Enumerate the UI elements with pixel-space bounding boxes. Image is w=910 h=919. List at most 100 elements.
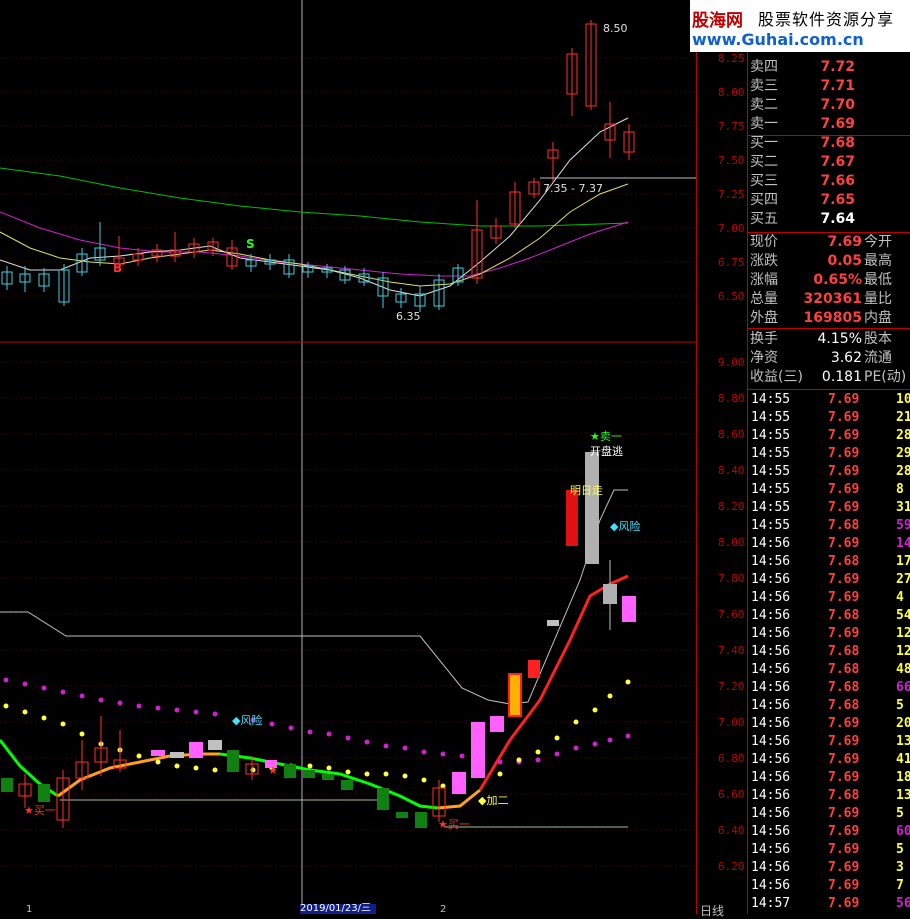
tick-time: 14:56 — [751, 644, 791, 659]
tick-row[interactable]: 14:55 7.69 28 — [748, 463, 910, 481]
tick-row[interactable]: 14:56 7.69 13 — [748, 733, 910, 751]
tick-volume: 60 — [896, 824, 910, 839]
quote-right-label: 内盘 — [864, 310, 892, 326]
tick-volume: 28 — [896, 428, 910, 443]
svg-text:开盘逃: 开盘逃 — [590, 444, 623, 458]
tick-row[interactable]: 14:56 7.68 12 — [748, 643, 910, 661]
orderbook-price: 7.69 — [820, 116, 855, 132]
tick-row[interactable]: 14:56 7.69 27 — [748, 571, 910, 589]
orderbook-label: 买五 — [750, 211, 778, 227]
y-tick: 7.40 — [718, 644, 745, 657]
orderbook-price: 7.71 — [820, 78, 855, 94]
tick-row[interactable]: 14:55 7.69 28 — [748, 427, 910, 445]
orderbook-row[interactable]: 买二 7.67 — [748, 153, 910, 172]
tick-row[interactable]: 14:55 7.69 8 — [748, 481, 910, 499]
orderbook-label: 买二 — [750, 154, 778, 170]
y-tick: 8.40 — [718, 464, 745, 477]
tick-row[interactable]: 14:55 7.69 31 — [748, 499, 910, 517]
quote-right-label: 今开 — [864, 234, 892, 250]
tick-time: 14:56 — [751, 572, 791, 587]
tick-row[interactable]: 14:56 7.69 5 — [748, 841, 910, 859]
y-tick: 8.60 — [718, 428, 745, 441]
tick-price: 7.69 — [828, 896, 860, 911]
tick-price: 7.68 — [828, 662, 860, 677]
stats-right-label: 流通 — [864, 350, 892, 366]
tick-row[interactable]: 14:56 7.69 146 — [748, 535, 910, 553]
quote-value: 320361 — [803, 291, 862, 307]
quote-row: 外盘 169805 内盘 — [748, 309, 910, 328]
orderbook-row[interactable]: 卖三 7.71 — [748, 77, 910, 96]
quote-label: 现价 — [750, 234, 778, 250]
orderbook-price: 7.65 — [820, 192, 855, 208]
tick-price: 7.68 — [828, 644, 860, 659]
tick-price: 7.69 — [828, 860, 860, 875]
tick-price: 7.68 — [828, 698, 860, 713]
tick-volume: 48 — [896, 662, 910, 677]
tick-time: 14:57 — [751, 896, 791, 911]
svg-text:8.50: 8.50 — [603, 22, 628, 35]
orderbook-row[interactable]: 卖二 7.70 — [748, 96, 910, 115]
tick-volume: 12 — [896, 626, 910, 641]
y-tick: 6.75 — [718, 256, 745, 269]
tick-row[interactable]: 14:55 7.69 29 — [748, 445, 910, 463]
tick-row[interactable]: 14:56 7.69 7 — [748, 877, 910, 895]
tick-time: 14:56 — [751, 626, 791, 641]
svg-text:◆风险: ◆风险 — [610, 519, 640, 533]
tick-row[interactable]: 14:56 7.69 12 — [748, 625, 910, 643]
tick-row[interactable]: 14:56 7.69 3 — [748, 859, 910, 877]
tick-row[interactable]: 14:56 7.69 5 — [748, 805, 910, 823]
tick-time: 14:55 — [751, 464, 791, 479]
tick-time: 14:55 — [751, 428, 791, 443]
stats-label: 净资 — [750, 350, 778, 366]
y-tick: 7.80 — [718, 572, 745, 585]
y-tick: 9.00 — [718, 356, 745, 369]
tick-time: 14:56 — [751, 554, 791, 569]
kline-chart[interactable]: 8.50 7.35 - 7.37 6.35 B S ★卖一 开盘逃 明日走 ◆风… — [0, 0, 697, 914]
y-tick: 7.75 — [718, 120, 745, 133]
stats-row: 净资 3.62 流通 — [748, 349, 910, 368]
tick-time: 14:56 — [751, 734, 791, 749]
orderbook-price: 7.67 — [820, 154, 855, 170]
tick-row[interactable]: 14:56 7.68 66 — [748, 679, 910, 697]
orderbook-price: 7.64 — [820, 211, 855, 227]
tick-row[interactable]: 14:56 7.69 41 — [748, 751, 910, 769]
tick-row[interactable]: 14:55 7.68 59 — [748, 517, 910, 535]
tick-row[interactable]: 14:56 7.68 48 — [748, 661, 910, 679]
orderbook-row[interactable]: 买四 7.65 — [748, 191, 910, 210]
y-tick: 8.00 — [718, 86, 745, 99]
tick-price: 7.69 — [828, 446, 860, 461]
orderbook-row[interactable]: 买一 7.68 — [748, 134, 910, 153]
orderbook-row[interactable]: 卖一 7.69 — [748, 115, 910, 134]
tick-time: 14:56 — [751, 752, 791, 767]
tick-price: 7.69 — [828, 572, 860, 587]
tick-row[interactable]: 14:56 7.69 20 — [748, 715, 910, 733]
orderbook-price: 7.72 — [820, 59, 855, 75]
period-label[interactable]: 日线 — [700, 902, 724, 919]
tick-row[interactable]: 14:56 7.69 4 — [748, 589, 910, 607]
stats-value: 4.15% — [817, 331, 862, 347]
orderbook-row[interactable]: 买五 7.64 — [748, 210, 910, 229]
quote-value: 169805 — [803, 310, 862, 326]
tick-row[interactable]: 14:57 7.69 56 — [748, 895, 910, 913]
tick-row[interactable]: 14:56 7.69 18 — [748, 769, 910, 787]
ma-yellow — [0, 183, 629, 287]
tick-price: 7.69 — [828, 824, 860, 839]
tick-volume: 5 — [896, 842, 904, 857]
y-tick: 7.60 — [718, 608, 745, 621]
tick-row[interactable]: 14:56 7.68 5 — [748, 697, 910, 715]
tick-row[interactable]: 14:56 7.68 54 — [748, 607, 910, 625]
y-tick: 6.80 — [718, 752, 745, 765]
tick-row[interactable]: 14:55 7.69 21 — [748, 409, 910, 427]
tick-time: 14:56 — [751, 536, 791, 551]
stats-row: 换手 4.15% 股本 — [748, 330, 910, 349]
orderbook-row[interactable]: 买三 7.66 — [748, 172, 910, 191]
tick-row[interactable]: 14:55 7.69 10 — [748, 391, 910, 409]
tick-row[interactable]: 14:56 7.68 17 — [748, 553, 910, 571]
tick-volume: 10 — [896, 392, 910, 407]
tick-volume: 12 — [896, 644, 910, 659]
tick-row[interactable]: 14:56 7.68 13 — [748, 787, 910, 805]
svg-text:◆风险: ◆风险 — [232, 713, 262, 727]
orderbook-row[interactable]: 卖四 7.72 — [748, 58, 910, 77]
tick-time: 14:55 — [751, 392, 791, 407]
tick-row[interactable]: 14:56 7.69 60 — [748, 823, 910, 841]
